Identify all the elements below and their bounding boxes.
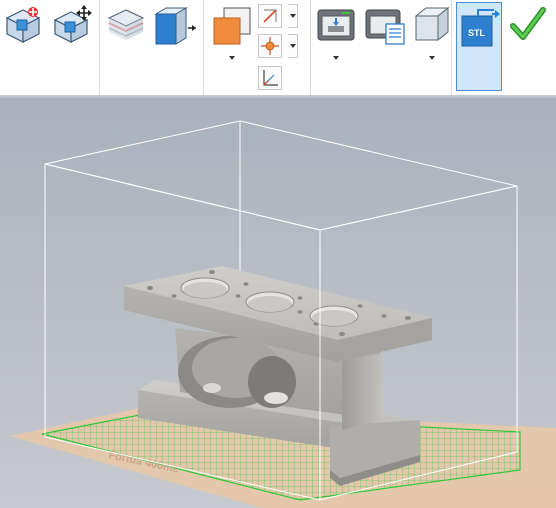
stl-export-icon: STL [461,9,500,47]
support-structure-button[interactable] [210,4,254,48]
move-button[interactable] [52,4,92,44]
support-structure-icon [213,7,251,45]
build-box-button[interactable] [412,4,452,44]
extrude-view-button[interactable] [152,4,198,48]
box-icon [414,6,450,42]
printer-icon [317,9,355,41]
ribbon-toolbar: STL [0,0,556,95]
axis-icon [263,70,278,86]
support-line-dropdown[interactable] [288,4,298,28]
support-point-icon [261,37,279,55]
support-structure-dropdown[interactable] [229,56,235,60]
support-line-icon [263,9,277,23]
build-box-dropdown[interactable] [429,56,435,60]
extrude-view-icon [154,7,196,45]
move-to-plate-icon [5,7,41,43]
support-line-button[interactable] [258,4,282,28]
separator [203,0,204,95]
support-point-dropdown[interactable] [288,34,298,58]
scene: Fortus 400mc [10,120,556,508]
move-icon [53,5,92,43]
build-setup-button[interactable] [316,4,356,44]
part-body-boss [342,354,384,430]
3d-viewport[interactable]: Fortus 400mc [0,98,556,508]
stl-label: STL [468,28,486,38]
support-axis-button[interactable] [258,66,282,90]
export-stl-button[interactable]: STL [456,2,502,91]
build-setup-dropdown[interactable] [333,56,339,60]
move-to-plate-button[interactable] [4,4,42,44]
separator [99,0,100,95]
support-point-button[interactable] [258,34,282,58]
build-job-icon [365,9,405,45]
separator [310,0,311,95]
build-job-button[interactable] [364,4,406,46]
slice-layers-icon [107,9,145,40]
separator [451,0,452,95]
accept-button[interactable] [510,6,546,42]
checkmark-icon [510,7,546,40]
slice-layers-button[interactable] [106,4,146,44]
